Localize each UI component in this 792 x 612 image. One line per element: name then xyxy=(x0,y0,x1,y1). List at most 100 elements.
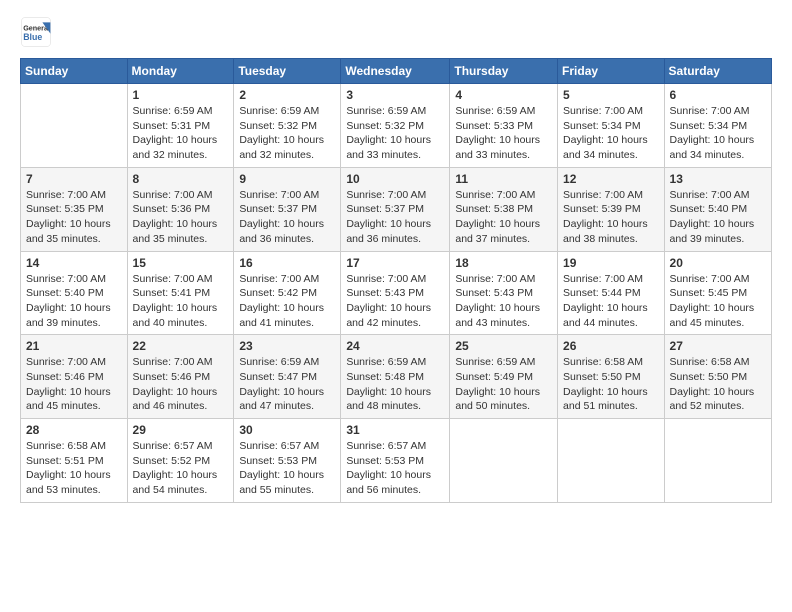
day-number: 2 xyxy=(239,88,335,102)
day-number: 7 xyxy=(26,172,122,186)
day-number: 8 xyxy=(133,172,229,186)
calendar-cell xyxy=(664,419,771,503)
day-number: 23 xyxy=(239,339,335,353)
column-header-wednesday: Wednesday xyxy=(341,59,450,84)
day-number: 4 xyxy=(455,88,552,102)
calendar-cell: 11 Sunrise: 7:00 AMSunset: 5:38 PMDayligh… xyxy=(450,167,558,251)
column-header-monday: Monday xyxy=(127,59,234,84)
day-number: 26 xyxy=(563,339,659,353)
day-number: 14 xyxy=(26,256,122,270)
day-info: Sunrise: 7:00 AMSunset: 5:46 PMDaylight:… xyxy=(133,355,229,414)
day-info: Sunrise: 6:59 AMSunset: 5:48 PMDaylight:… xyxy=(346,355,444,414)
day-number: 5 xyxy=(563,88,659,102)
calendar-cell: 16Sunrise: 7:00 AMSunset: 5:42 PMDayligh… xyxy=(234,251,341,335)
column-header-saturday: Saturday xyxy=(664,59,771,84)
day-info: Sunrise: 7:00 AMSunset: 5:46 PMDaylight:… xyxy=(26,355,122,414)
calendar-cell: 27 Sunrise: 6:58 AMSunset: 5:50 PMDayligh… xyxy=(664,335,771,419)
logo: General Blue xyxy=(20,16,52,48)
calendar-cell: 6 Sunrise: 7:00 AMSunset: 5:34 PMDaylight… xyxy=(664,84,771,168)
day-info: Sunrise: 6:59 AMSunset: 5:49 PMDaylight:… xyxy=(455,355,552,414)
day-number: 17 xyxy=(346,256,444,270)
day-info: Sunrise: 6:58 AMSunset: 5:51 PMDaylight:… xyxy=(26,439,122,498)
calendar-cell: 22 Sunrise: 7:00 AMSunset: 5:46 PMDayligh… xyxy=(127,335,234,419)
calendar-cell: 10 Sunrise: 7:00 AMSunset: 5:37 PMDayligh… xyxy=(341,167,450,251)
day-info: Sunrise: 6:59 AMSunset: 5:33 PMDaylight:… xyxy=(455,104,552,163)
column-header-thursday: Thursday xyxy=(450,59,558,84)
day-info: Sunrise: 7:00 AMSunset: 5:35 PMDaylight:… xyxy=(26,188,122,247)
calendar-cell: 31 Sunrise: 6:57 AMSunset: 5:53 PMDayligh… xyxy=(341,419,450,503)
day-number: 20 xyxy=(670,256,766,270)
calendar-cell: 3 Sunrise: 6:59 AMSunset: 5:32 PMDaylight… xyxy=(341,84,450,168)
day-info: Sunrise: 7:00 AMSunset: 5:45 PMDaylight:… xyxy=(670,272,766,331)
calendar-cell: 17 Sunrise: 7:00 AMSunset: 5:43 PMDayligh… xyxy=(341,251,450,335)
day-number: 15 xyxy=(133,256,229,270)
calendar-cell: 29 Sunrise: 6:57 AMSunset: 5:52 PMDayligh… xyxy=(127,419,234,503)
day-info: Sunrise: 6:57 AMSunset: 5:53 PMDaylight:… xyxy=(346,439,444,498)
day-number: 30 xyxy=(239,423,335,437)
day-info: Sunrise: 7:00 AMSunset: 5:41 PMDaylight:… xyxy=(133,272,229,331)
day-number: 31 xyxy=(346,423,444,437)
calendar-cell: 13 Sunrise: 7:00 AMSunset: 5:40 PMDayligh… xyxy=(664,167,771,251)
day-info: Sunrise: 6:59 AMSunset: 5:32 PMDaylight:… xyxy=(239,104,335,163)
calendar-cell: 20 Sunrise: 7:00 AMSunset: 5:45 PMDayligh… xyxy=(664,251,771,335)
column-header-tuesday: Tuesday xyxy=(234,59,341,84)
calendar-cell: 25Sunrise: 6:59 AMSunset: 5:49 PMDayligh… xyxy=(450,335,558,419)
day-number: 13 xyxy=(670,172,766,186)
calendar-cell: 7 Sunrise: 7:00 AMSunset: 5:35 PMDaylight… xyxy=(21,167,128,251)
day-info: Sunrise: 7:00 AMSunset: 5:40 PMDaylight:… xyxy=(26,272,122,331)
calendar-cell: 21Sunrise: 7:00 AMSunset: 5:46 PMDayligh… xyxy=(21,335,128,419)
calendar-cell: 30 Sunrise: 6:57 AMSunset: 5:53 PMDayligh… xyxy=(234,419,341,503)
week-row-1: 1Sunrise: 6:59 AMSunset: 5:31 PMDaylight… xyxy=(21,84,772,168)
day-number: 10 xyxy=(346,172,444,186)
calendar-cell: 2 Sunrise: 6:59 AMSunset: 5:32 PMDaylight… xyxy=(234,84,341,168)
calendar-cell: 1Sunrise: 6:59 AMSunset: 5:31 PMDaylight… xyxy=(127,84,234,168)
column-header-sunday: Sunday xyxy=(21,59,128,84)
day-info: Sunrise: 7:00 AMSunset: 5:43 PMDaylight:… xyxy=(346,272,444,331)
day-number: 28 xyxy=(26,423,122,437)
day-info: Sunrise: 7:00 AMSunset: 5:37 PMDaylight:… xyxy=(239,188,335,247)
calendar-cell: 18 Sunrise: 7:00 AMSunset: 5:43 PMDayligh… xyxy=(450,251,558,335)
week-row-4: 21Sunrise: 7:00 AMSunset: 5:46 PMDayligh… xyxy=(21,335,772,419)
day-number: 3 xyxy=(346,88,444,102)
day-info: Sunrise: 6:57 AMSunset: 5:52 PMDaylight:… xyxy=(133,439,229,498)
day-info: Sunrise: 7:00 AMSunset: 5:38 PMDaylight:… xyxy=(455,188,552,247)
calendar-cell: 4 Sunrise: 6:59 AMSunset: 5:33 PMDaylight… xyxy=(450,84,558,168)
calendar-cell: 9Sunrise: 7:00 AMSunset: 5:37 PMDaylight… xyxy=(234,167,341,251)
day-number: 19 xyxy=(563,256,659,270)
day-number: 27 xyxy=(670,339,766,353)
day-number: 11 xyxy=(455,172,552,186)
day-number: 1 xyxy=(133,88,229,102)
day-info: Sunrise: 6:59 AMSunset: 5:32 PMDaylight:… xyxy=(346,104,444,163)
calendar-cell: 26 Sunrise: 6:58 AMSunset: 5:50 PMDayligh… xyxy=(558,335,665,419)
day-number: 6 xyxy=(670,88,766,102)
calendar-cell: 8 Sunrise: 7:00 AMSunset: 5:36 PMDaylight… xyxy=(127,167,234,251)
calendar-cell: 23 Sunrise: 6:59 AMSunset: 5:47 PMDayligh… xyxy=(234,335,341,419)
day-number: 18 xyxy=(455,256,552,270)
day-info: Sunrise: 7:00 AMSunset: 5:36 PMDaylight:… xyxy=(133,188,229,247)
day-number: 29 xyxy=(133,423,229,437)
day-number: 12 xyxy=(563,172,659,186)
day-info: Sunrise: 6:57 AMSunset: 5:53 PMDaylight:… xyxy=(239,439,335,498)
calendar-cell xyxy=(450,419,558,503)
calendar-cell: 28 Sunrise: 6:58 AMSunset: 5:51 PMDayligh… xyxy=(21,419,128,503)
calendar-header-row: SundayMondayTuesdayWednesdayThursdayFrid… xyxy=(21,59,772,84)
day-info: Sunrise: 7:00 AMSunset: 5:39 PMDaylight:… xyxy=(563,188,659,247)
day-number: 22 xyxy=(133,339,229,353)
week-row-2: 7 Sunrise: 7:00 AMSunset: 5:35 PMDaylight… xyxy=(21,167,772,251)
day-info: Sunrise: 6:58 AMSunset: 5:50 PMDaylight:… xyxy=(670,355,766,414)
day-info: Sunrise: 7:00 AMSunset: 5:40 PMDaylight:… xyxy=(670,188,766,247)
day-info: Sunrise: 6:59 AMSunset: 5:47 PMDaylight:… xyxy=(239,355,335,414)
header: General Blue xyxy=(20,16,772,48)
page: General Blue SundayMondayTuesdayWednesda… xyxy=(0,0,792,612)
svg-text:Blue: Blue xyxy=(23,32,42,42)
calendar-cell: 19 Sunrise: 7:00 AMSunset: 5:44 PMDayligh… xyxy=(558,251,665,335)
day-info: Sunrise: 7:00 AMSunset: 5:43 PMDaylight:… xyxy=(455,272,552,331)
column-header-friday: Friday xyxy=(558,59,665,84)
day-info: Sunrise: 6:58 AMSunset: 5:50 PMDaylight:… xyxy=(563,355,659,414)
logo-icon: General Blue xyxy=(20,16,52,48)
day-number: 24 xyxy=(346,339,444,353)
day-info: Sunrise: 7:00 AMSunset: 5:37 PMDaylight:… xyxy=(346,188,444,247)
day-info: Sunrise: 7:00 AMSunset: 5:34 PMDaylight:… xyxy=(670,104,766,163)
day-info: Sunrise: 7:00 AMSunset: 5:44 PMDaylight:… xyxy=(563,272,659,331)
calendar-cell: 5Sunrise: 7:00 AMSunset: 5:34 PMDaylight… xyxy=(558,84,665,168)
